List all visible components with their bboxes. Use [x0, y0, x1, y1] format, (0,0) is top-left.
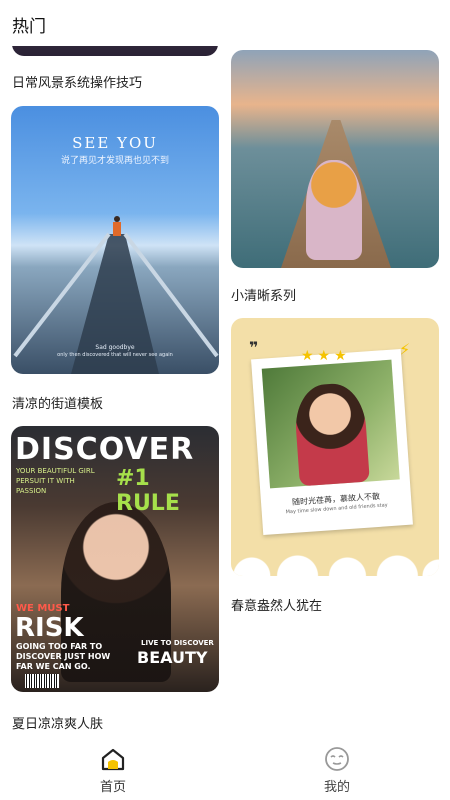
template-card-polaroid[interactable]: ❞ ⚡ 随时光荏苒，慕故人不散 May time slow down and o… [231, 318, 439, 576]
template-card-discover[interactable]: DISCOVER YOUR BEAUTIFUL GIRL PERSUIT IT … [11, 426, 219, 692]
quote-mark-icon: ❞ [249, 338, 259, 357]
card-caption: 夏日凉凉爽人肤 [12, 717, 104, 732]
card-caption: 春意盎然人犹在 [231, 599, 323, 614]
smiling-girl [293, 381, 370, 487]
card-caption: 日常风景系统操作技巧 [12, 76, 143, 91]
template-card-sea[interactable] [231, 50, 439, 268]
polaroid-frame: 随时光荏苒，慕故人不散 May time slow down and old f… [251, 348, 413, 536]
face-icon [325, 747, 349, 771]
card-footer-subtext: only then discovered that will never see… [57, 352, 173, 358]
card-footer-text: Sad goodbye [95, 344, 135, 351]
card-caption: 清凉的街道模板 [12, 397, 104, 412]
magazine-tagline: YOUR BEAUTIFUL GIRL PERSUIT IT WITH PASS… [16, 467, 95, 495]
app-screen: 热门 日常风景系统操作技巧 SEE YOU 说了再见才发现再也见不到 Sad g… [0, 0, 450, 800]
nav-mine[interactable]: 我的 [297, 746, 377, 798]
header: 热门 [0, 0, 450, 46]
bottom-nav: 首页 我的 [0, 734, 450, 800]
card-caption: 小清晰系列 [231, 289, 297, 304]
home-icon [101, 748, 125, 771]
cloud-decoration [231, 548, 439, 576]
page-title: 热门 [12, 17, 46, 37]
magazine-title: DISCOVER [15, 432, 195, 467]
template-card-pier[interactable]: SEE YOU 说了再见才发现再也见不到 Sad goodbye only th… [11, 106, 219, 374]
magazine-risk: RISK [15, 613, 84, 643]
seated-person [306, 160, 362, 260]
barcode-icon [25, 674, 59, 688]
magazine-rule: #1 RULE [116, 466, 180, 516]
nav-home-label: 首页 [99, 780, 126, 795]
pier-illustration [13, 216, 219, 374]
star-icons: ★★★ [301, 348, 351, 364]
magazine-beauty: BEAUTY [137, 648, 208, 667]
polaroid-photo [261, 359, 400, 489]
nav-mine-label: 我的 [323, 780, 350, 795]
magazine-beauty-small: LIVE TO DISCOVER [141, 639, 214, 647]
nav-home[interactable]: 首页 [73, 746, 153, 798]
magazine-risk-sub: GOING TOO FAR TO DISCOVER JUST HOW FAR W… [16, 642, 111, 671]
